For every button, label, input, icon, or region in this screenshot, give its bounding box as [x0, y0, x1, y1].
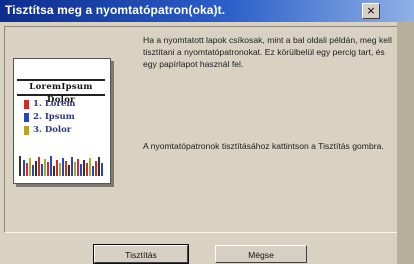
cancel-button[interactable]: Mégse — [215, 245, 307, 263]
close-button[interactable]: × — [362, 3, 380, 19]
clean-button[interactable]: Tisztítás — [93, 244, 189, 264]
sample-page: LoremIpsum Dolor 1. Lorem 2. Ipsum 3. Do… — [13, 58, 111, 184]
title-bar[interactable]: Tisztítsa meg a nyomtatópatron(oka)t. × — [0, 0, 414, 22]
dialog-window: Tisztítsa meg a nyomtatópatron(oka)t. × … — [0, 0, 414, 264]
sample-printout-illustration: LoremIpsum Dolor 1. Lorem 2. Ipsum 3. Do… — [13, 58, 112, 186]
sample-page-heading: LoremIpsum Dolor — [17, 79, 105, 105]
close-icon: × — [366, 4, 376, 17]
bullet-icon — [24, 126, 29, 135]
bullet-icon — [24, 100, 29, 109]
sample-bar-chart-icon — [19, 156, 103, 176]
window-edge — [397, 22, 414, 264]
instruction-text: Ha a nyomtatott lapok csíkosak, mint a b… — [143, 35, 392, 69]
window-title: Tisztítsa meg a nyomtatópatron(oka)t. — [5, 3, 226, 17]
cleaning-hint-text: A nyomtatópatronok tisztításához kattint… — [143, 141, 384, 151]
bullet-icon — [24, 113, 29, 122]
